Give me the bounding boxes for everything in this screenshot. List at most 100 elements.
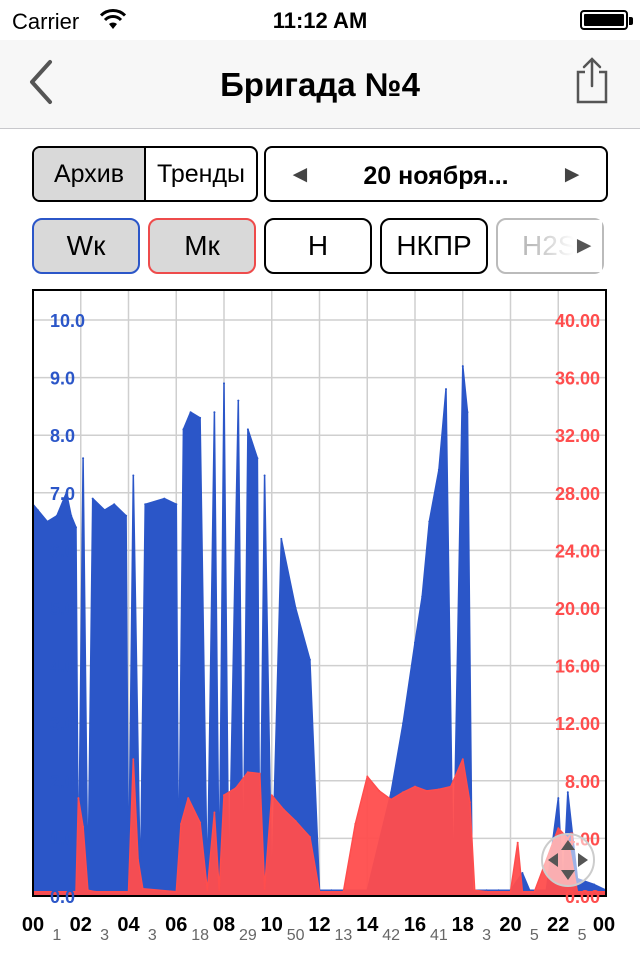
x-tick-label: 14 xyxy=(356,914,379,936)
data-point xyxy=(354,823,357,825)
data-point xyxy=(282,808,285,811)
data-point xyxy=(521,890,524,893)
y-left-tick-label: 5.0 xyxy=(50,599,75,619)
data-point xyxy=(263,887,266,890)
x-sub-label: 29 xyxy=(239,927,257,944)
y-left-tick-label: 0.0 xyxy=(50,887,75,907)
pan-zoom-handle-icon[interactable] xyxy=(541,833,595,887)
y-left-tick-label: 9.0 xyxy=(50,369,75,389)
data-point xyxy=(330,889,333,892)
x-sub-label: 1 xyxy=(52,927,61,944)
data-point xyxy=(402,791,405,794)
next-date-button[interactable]: ► xyxy=(560,161,584,189)
y-right-tick-label: 36.00 xyxy=(555,369,600,389)
data-point xyxy=(246,771,249,774)
param-nkpr-button[interactable]: НКПР xyxy=(380,218,488,274)
data-point xyxy=(70,514,73,517)
date-label[interactable]: 20 ноября... xyxy=(266,162,606,191)
battery-icon xyxy=(580,10,633,30)
x-tick-label: 10 xyxy=(261,914,283,936)
x-tick-label: 00 xyxy=(22,914,44,936)
y-left-tick-label: 1.0 xyxy=(50,829,75,849)
data-point xyxy=(132,474,135,477)
x-sub-label: 3 xyxy=(100,927,109,944)
play-right-icon[interactable]: ► xyxy=(572,232,596,260)
x-sub-label: 5 xyxy=(578,927,587,944)
y-left-tick-label: 6.0 xyxy=(50,541,75,561)
data-point xyxy=(366,775,369,778)
data-point xyxy=(82,457,85,460)
data-point xyxy=(294,607,297,609)
y-right-tick-label: 8.00 xyxy=(565,772,600,792)
data-point xyxy=(36,509,39,512)
share-icon[interactable] xyxy=(572,56,612,106)
data-point xyxy=(557,797,560,800)
param-h2s-button[interactable]: Н2S ► xyxy=(496,218,604,274)
data-point xyxy=(77,797,80,800)
x-sub-label: 50 xyxy=(287,927,305,944)
data-point xyxy=(237,399,240,402)
data-point xyxy=(378,789,381,792)
date-navigator: ◄ 20 ноября... ► xyxy=(264,146,608,202)
data-point xyxy=(390,798,393,801)
data-point xyxy=(466,411,469,414)
data-point xyxy=(509,890,512,893)
param-wk-button[interactable]: Wк xyxy=(32,218,140,274)
x-tick-label: 16 xyxy=(404,914,426,936)
y-right-tick-label: 16.00 xyxy=(555,657,600,677)
data-point xyxy=(199,821,202,824)
data-point xyxy=(521,872,524,874)
data-point xyxy=(402,722,405,725)
segment-archive[interactable]: Архив xyxy=(34,148,144,200)
data-point xyxy=(593,883,596,886)
x-sub-label: 42 xyxy=(382,927,400,944)
data-point xyxy=(256,457,259,460)
data-point xyxy=(428,520,431,523)
data-point xyxy=(437,468,440,471)
x-sub-label: 41 xyxy=(430,927,448,944)
data-point xyxy=(294,820,297,823)
y-left-tick-label: 2.0 xyxy=(50,772,75,792)
data-point xyxy=(258,772,261,775)
data-point xyxy=(308,836,311,838)
data-point xyxy=(75,890,77,893)
data-point xyxy=(46,520,49,523)
data-point xyxy=(55,514,58,517)
data-point xyxy=(497,889,500,892)
navigation-bar: Бригада №4 xyxy=(0,40,640,129)
x-sub-label: 13 xyxy=(334,927,352,944)
data-point xyxy=(180,823,182,825)
segment-trends[interactable]: Тренды xyxy=(144,148,256,200)
data-point xyxy=(213,811,216,814)
trend-chart[interactable]: 0.01.02.03.04.05.06.07.08.09.010.00.004.… xyxy=(0,280,640,960)
data-point xyxy=(163,497,166,500)
x-tick-label: 08 xyxy=(213,914,235,936)
data-point xyxy=(414,641,416,644)
data-point xyxy=(461,758,464,761)
x-tick-label: 22 xyxy=(547,914,569,936)
data-point xyxy=(206,889,209,892)
mode-segmented-control: Архив Тренды xyxy=(32,146,258,202)
data-point xyxy=(473,889,476,892)
data-point xyxy=(516,841,519,844)
data-point xyxy=(103,509,106,512)
page-title: Бригада №4 xyxy=(220,66,420,103)
data-point xyxy=(557,827,560,830)
data-point xyxy=(199,416,202,419)
data-point xyxy=(175,890,178,893)
param-mk-button[interactable]: Мк xyxy=(148,218,256,274)
data-point xyxy=(82,825,85,828)
clock: 11:12 AM xyxy=(272,8,368,33)
y-left-tick-label: 8.0 xyxy=(50,426,75,446)
data-point xyxy=(318,890,321,893)
data-point xyxy=(137,859,140,861)
x-tick-label: 04 xyxy=(117,914,140,936)
param-h-button[interactable]: Н xyxy=(264,218,372,274)
y-right-tick-label: 24.00 xyxy=(555,541,600,561)
y-right-tick-label: 12.00 xyxy=(555,714,600,734)
data-point xyxy=(86,889,89,892)
y-right-tick-label: 0.00 xyxy=(565,887,600,907)
data-point xyxy=(246,428,249,431)
x-tick-label: 12 xyxy=(308,914,330,936)
y-left-tick-label: 3.0 xyxy=(50,714,75,734)
